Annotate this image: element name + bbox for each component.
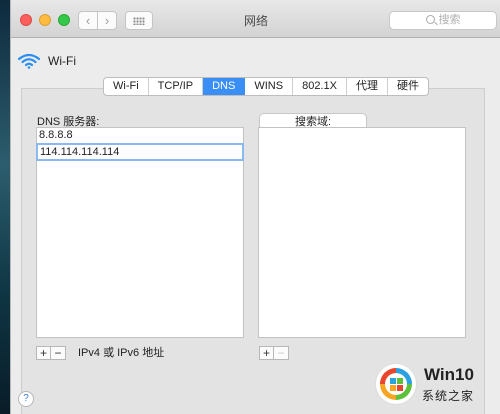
search-placeholder: 搜索 (438, 14, 461, 26)
tab-wifi[interactable]: Wi-Fi (104, 78, 149, 95)
tab-bar: Wi-Fi TCP/IP DNS WINS 802.1X 代理 硬件 (103, 77, 429, 96)
help-button[interactable]: ? (18, 391, 34, 407)
interface-name: Wi-Fi (48, 54, 76, 68)
tab-proxies[interactable]: 代理 (347, 78, 388, 95)
search-icon (425, 15, 435, 24)
tab-wins[interactable]: WINS (245, 78, 294, 95)
list-item[interactable]: 8.8.8.8 (37, 128, 243, 143)
dns-add-remove: + − (36, 346, 66, 360)
remove-search-domain-button[interactable]: − (274, 346, 289, 360)
tab-dns[interactable]: DNS (203, 78, 246, 95)
dns-servers-list[interactable]: 8.8.8.8 114.114.114.114 (36, 127, 244, 338)
watermark-logo-icon (376, 364, 416, 404)
watermark-title: Win10 (424, 365, 474, 384)
title-bar: ‹ › 网络 搜索 (11, 0, 500, 38)
tab-8021x[interactable]: 802.1X (293, 78, 347, 95)
search-domain-add-remove: + − (259, 346, 289, 360)
search-domains-list[interactable] (258, 127, 466, 338)
tab-hardware[interactable]: 硬件 (388, 78, 428, 95)
wifi-icon (18, 53, 40, 69)
tab-tcpip[interactable]: TCP/IP (149, 78, 204, 95)
dns-hint: IPv4 或 IPv6 地址 (78, 347, 165, 359)
add-search-domain-button[interactable]: + (259, 346, 274, 360)
add-dns-button[interactable]: + (36, 346, 51, 360)
search-field[interactable]: 搜索 (389, 11, 497, 30)
watermark-subtitle: 系统之家 (422, 389, 475, 403)
interface-header: Wi-Fi (18, 52, 76, 70)
remove-dns-button[interactable]: − (51, 346, 66, 360)
list-item-editing[interactable]: 114.114.114.114 (36, 143, 244, 161)
